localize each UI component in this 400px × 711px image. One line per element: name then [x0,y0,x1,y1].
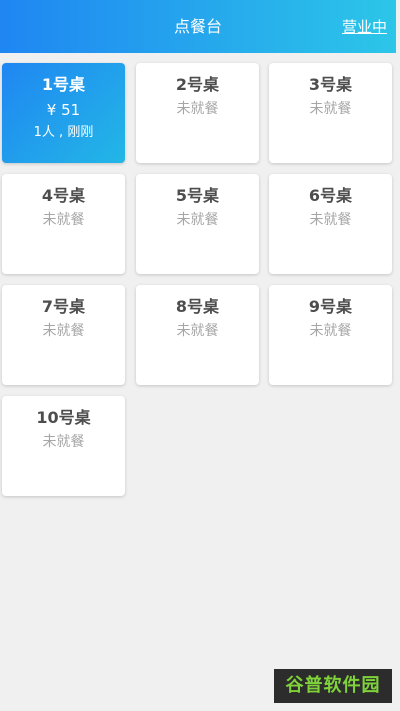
table-name: 3号桌 [308,75,353,94]
table-card-9[interactable]: 9号桌 未就餐 [269,285,392,385]
table-state: 未就餐 [309,323,352,339]
table-card-8[interactable]: 8号桌 未就餐 [136,285,259,385]
table-card-6[interactable]: 6号桌 未就餐 [269,174,392,274]
table-card-4[interactable]: 4号桌 未就餐 [2,174,125,274]
table-card-3[interactable]: 3号桌 未就餐 [269,63,392,163]
table-state: 未就餐 [176,101,219,117]
page-title: 点餐台 [173,17,222,36]
table-state: 未就餐 [42,212,85,228]
business-status-link[interactable]: 营业中 [342,0,387,53]
table-state: 未就餐 [176,323,219,339]
watermark-logo: 谷普软件园 [274,669,392,703]
table-name: 7号桌 [41,297,86,316]
table-name: 8号桌 [175,297,220,316]
table-name: 6号桌 [308,186,353,205]
table-card-1[interactable]: 1号桌 ¥ 51 1人 , 刚刚 [2,63,125,163]
table-state: 未就餐 [42,434,85,450]
table-card-2[interactable]: 2号桌 未就餐 [136,63,259,163]
table-state: 未就餐 [309,101,352,117]
table-name: 9号桌 [308,297,353,316]
table-name: 5号桌 [175,186,220,205]
table-name: 1号桌 [41,75,86,94]
table-name: 2号桌 [175,75,220,94]
table-card-7[interactable]: 7号桌 未就餐 [2,285,125,385]
table-state: 未就餐 [42,323,85,339]
table-name: 4号桌 [41,186,86,205]
table-state: 未就餐 [309,212,352,228]
table-name: 10号桌 [36,408,91,427]
table-card-5[interactable]: 5号桌 未就餐 [136,174,259,274]
table-card-10[interactable]: 10号桌 未就餐 [2,396,125,496]
top-bar: 点餐台 营业中 [0,0,396,53]
table-state: 未就餐 [176,212,219,228]
table-guest-info: 1人 , 刚刚 [33,125,94,140]
table-amount: ¥ 51 [46,101,81,119]
